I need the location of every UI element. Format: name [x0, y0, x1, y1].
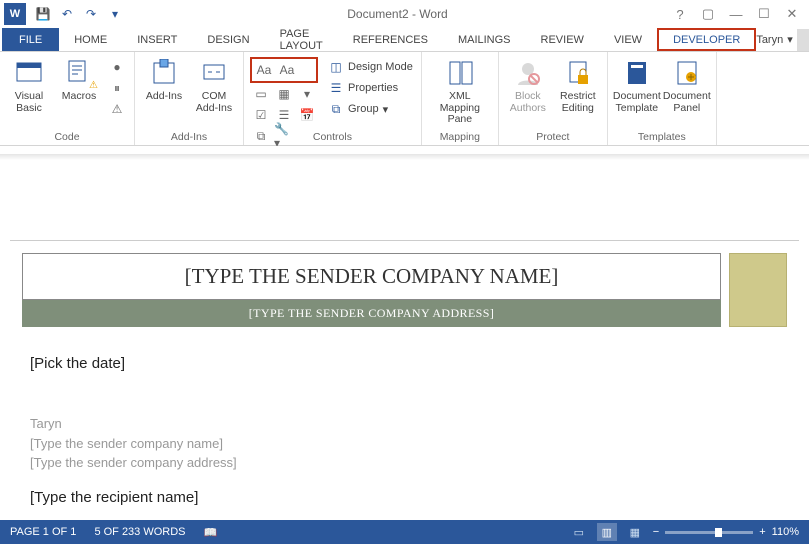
help-icon[interactable]: ? [669, 3, 691, 25]
group-protect-label: Protect [499, 131, 607, 143]
sender-name-placeholder[interactable]: [Type the sender company name] [30, 434, 779, 454]
company-name-control[interactable]: [TYPE THE SENDER COMPANY NAME] [22, 253, 721, 300]
visual-basic-button[interactable]: VisualBasic [6, 55, 52, 114]
group-controls-label: Controls [244, 131, 421, 143]
spellcheck-icon[interactable]: 📖 [204, 526, 218, 539]
tab-review[interactable]: REVIEW [526, 28, 599, 51]
visual-basic-icon [13, 57, 45, 89]
page[interactable]: [TYPE THE SENDER COMPANY NAME] [TYPE THE… [10, 240, 799, 518]
macros-icon [63, 57, 95, 89]
block-authors-icon [512, 57, 544, 89]
combo-box-control-icon[interactable]: ▾ [296, 84, 318, 104]
tab-references[interactable]: REFERENCES [338, 28, 443, 51]
tab-home[interactable]: HOME [59, 28, 122, 51]
window-title: Document2 - Word [126, 7, 669, 21]
user-name[interactable]: Taryn [756, 34, 783, 46]
undo-icon[interactable]: ↶ [56, 3, 78, 25]
zoom-out-icon[interactable]: − [653, 526, 659, 538]
qat-customize-icon[interactable]: ▾ [104, 3, 126, 25]
properties-button[interactable]: ☰ Properties [326, 78, 415, 98]
group-templates-label: Templates [608, 131, 716, 143]
zoom-slider[interactable] [665, 531, 753, 534]
group-addins-label: Add-Ins [135, 131, 243, 143]
record-macro-icon[interactable]: ● [106, 57, 128, 77]
block-authors-button: BlockAuthors [505, 55, 551, 114]
company-address-control[interactable]: [TYPE THE SENDER COMPANY ADDRESS] [22, 300, 721, 327]
maximize-icon[interactable]: ☐ [753, 3, 775, 25]
ribbon-options-icon[interactable]: ▢ [697, 3, 719, 25]
checkbox-control-icon[interactable]: ☑ [250, 105, 272, 125]
xml-mapping-icon [444, 57, 476, 89]
redo-icon[interactable]: ↷ [80, 3, 102, 25]
com-addins-icon [198, 57, 230, 89]
status-words[interactable]: 5 OF 233 WORDS [94, 526, 185, 538]
plain-text-control-icon[interactable]: Aa [276, 60, 298, 80]
tab-design[interactable]: DESIGN [192, 28, 264, 51]
tab-developer[interactable]: DEVELOPER [657, 28, 756, 51]
tab-page-layout[interactable]: PAGE LAYOUT [265, 28, 338, 51]
zoom-in-icon[interactable]: + [759, 526, 765, 538]
app-icon: W [4, 3, 26, 25]
pause-recording-icon[interactable]: ⏸ [106, 78, 128, 98]
design-mode-icon: ◫ [328, 59, 344, 75]
status-page[interactable]: PAGE 1 OF 1 [10, 526, 76, 538]
web-layout-icon[interactable]: ▦ [625, 523, 645, 541]
tab-file[interactable]: FILE [2, 28, 59, 51]
print-layout-icon[interactable]: ▥ [597, 523, 617, 541]
chevron-down-icon: ▾ [383, 103, 389, 116]
ribbon-shadow [0, 154, 809, 160]
rich-text-control-icon[interactable]: Aa [253, 60, 275, 80]
author-line[interactable]: Taryn [30, 414, 779, 434]
document-template-button[interactable]: DocumentTemplate [614, 55, 660, 114]
date-picker-control-icon[interactable]: 📅 [296, 105, 318, 125]
xml-mapping-button[interactable]: XML MappingPane [428, 55, 492, 126]
com-addins-button[interactable]: COMAdd-Ins [191, 55, 237, 114]
addins-icon [148, 57, 180, 89]
restrict-editing-icon [562, 57, 594, 89]
group-control-button[interactable]: ⧉ Group ▾ [326, 99, 415, 119]
minimize-icon[interactable]: — [725, 3, 747, 25]
macro-security-icon[interactable]: ⚠ [106, 99, 128, 119]
picture-control-icon[interactable]: ▭ [250, 84, 272, 104]
design-mode-button[interactable]: ◫ Design Mode [326, 57, 415, 77]
read-mode-icon[interactable]: ▭ [569, 523, 589, 541]
properties-icon: ☰ [328, 80, 344, 96]
recipient-name-field[interactable]: [Type the recipient name] [30, 489, 779, 506]
macros-button[interactable]: Macros [56, 55, 102, 103]
group-icon: ⧉ [328, 101, 344, 117]
user-avatar-icon[interactable] [797, 29, 809, 51]
document-panel-button[interactable]: DocumentPanel [664, 55, 710, 114]
document-panel-icon [671, 57, 703, 89]
sender-address-placeholder[interactable]: [Type the sender company address] [30, 453, 779, 473]
close-icon[interactable]: ✕ [781, 3, 803, 25]
document-template-icon [621, 57, 653, 89]
tab-view[interactable]: VIEW [599, 28, 657, 51]
group-code-label: Code [0, 131, 134, 143]
logo-placeholder[interactable] [729, 253, 787, 327]
building-block-control-icon[interactable]: ▦ [273, 84, 295, 104]
tab-mailings[interactable]: MAILINGS [443, 28, 526, 51]
tab-insert[interactable]: INSERT [122, 28, 192, 51]
user-dropdown-icon[interactable]: ▾ [787, 33, 793, 46]
addins-button[interactable]: Add-Ins [141, 55, 187, 103]
date-picker-field[interactable]: [Pick the date] [30, 355, 779, 372]
save-icon[interactable]: 💾 [32, 3, 54, 25]
document-area[interactable]: [TYPE THE SENDER COMPANY NAME] [TYPE THE… [0, 146, 809, 520]
zoom-level[interactable]: 110% [772, 526, 799, 538]
restrict-editing-button[interactable]: RestrictEditing [555, 55, 601, 114]
group-mapping-label: Mapping [422, 131, 498, 143]
